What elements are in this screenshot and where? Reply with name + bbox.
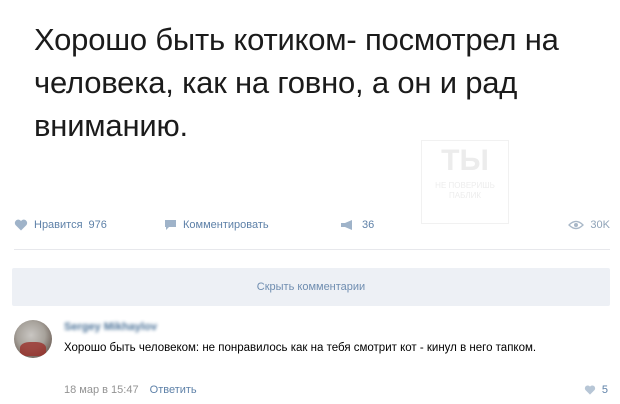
comment-like-count: 5 xyxy=(601,384,608,396)
post-text: Хорошо быть котиком- посмотрел на челове… xyxy=(34,22,559,143)
watermark-line-1: НЕ ПОВЕРИШЬ xyxy=(435,181,495,190)
like-label: Нравится xyxy=(34,219,83,231)
eye-icon xyxy=(568,220,585,230)
watermark-line-2: ПАБЛИК xyxy=(449,191,481,200)
share-count: 36 xyxy=(362,219,375,231)
watermark: ТЫ НЕ ПОВЕРИШЬ ПАБЛИК xyxy=(421,140,509,224)
heart-icon xyxy=(14,219,28,231)
comment-label: Комментировать xyxy=(183,219,269,231)
comment-author[interactable]: Sergey Mikhaylov xyxy=(64,321,157,333)
megaphone-icon xyxy=(341,220,352,230)
comment-date[interactable]: 18 мар в 15:47 xyxy=(64,384,139,396)
share-button[interactable]: 36 xyxy=(340,214,374,236)
like-count: 976 xyxy=(88,219,107,231)
avatar-shape xyxy=(20,342,46,356)
comment-like-button[interactable]: 5 xyxy=(584,384,608,396)
avatar[interactable] xyxy=(14,320,52,358)
comment-button[interactable]: Комментировать xyxy=(164,214,269,236)
heart-icon xyxy=(584,385,595,395)
post-actions: Нравится 976 Комментировать 36 30K xyxy=(14,214,610,236)
comment-meta: 18 мар в 15:47 Ответить xyxy=(64,384,197,396)
like-button[interactable]: Нравится 976 xyxy=(14,214,107,236)
views-counter: 30K xyxy=(568,214,610,236)
comment-text: Хорошо быть человеком: не понравилось ка… xyxy=(64,342,537,354)
watermark-logo: ТЫ xyxy=(441,144,489,177)
divider xyxy=(14,249,610,250)
views-count: 30K xyxy=(590,219,610,231)
comment-icon xyxy=(165,220,176,230)
reply-button[interactable]: Ответить xyxy=(150,384,197,396)
hide-comments-button[interactable]: Скрыть комментарии xyxy=(12,268,610,306)
